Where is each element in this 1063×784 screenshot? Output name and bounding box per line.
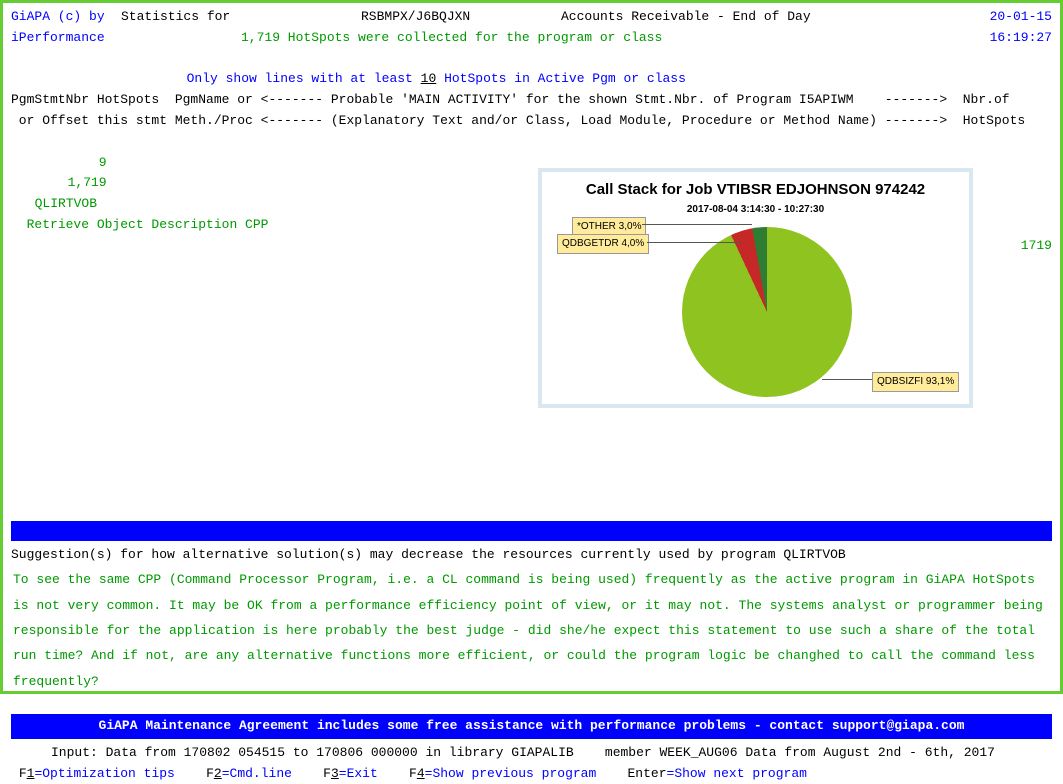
cell-hotspots: 1,719 (27, 173, 107, 194)
product-name: GiAPA (c) by (11, 7, 121, 28)
program-desc: Accounts Receivable - End of Day (561, 7, 990, 28)
input-line: Input: Data from 170802 054515 to 170806… (11, 743, 1052, 764)
brand-name: iPerformance (11, 28, 241, 49)
cell-pgm: QLIRTVOB (27, 194, 117, 215)
f3-desc: =Exit (339, 766, 378, 781)
filter-value-input[interactable]: 10 (421, 71, 437, 86)
chart-panel: Call Stack for Job VTIBSR EDJOHNSON 9742… (538, 168, 973, 408)
program-id: RSBMPX/J6BQJXN (361, 7, 561, 28)
suggestion-body: To see the same CPP (Command Processor P… (11, 565, 1052, 696)
spacer-2 (11, 696, 1052, 714)
report-time: 16:19:27 (990, 28, 1052, 49)
label-line-qdbgetdr (647, 242, 742, 243)
label-line-qdbsizfi (822, 379, 872, 380)
header-line-1: GiAPA (c) by Statistics for RSBMPX/J6BQJ… (11, 7, 1052, 28)
stat-label: Statistics for (121, 7, 361, 28)
enter-key[interactable]: Enter (628, 766, 667, 781)
chart-title: Call Stack for Job VTIBSR EDJOHNSON 9742… (546, 178, 965, 202)
pie-chart (682, 227, 852, 397)
pie-label-qdbgetdr: QDBGETDR 4,0% (557, 234, 649, 254)
filter-prefix: Only show lines with at least (187, 71, 421, 86)
filter-suffix: HotSpots in Active Pgm or class (436, 71, 686, 86)
divider-bar-1 (11, 521, 1052, 541)
column-header-1: PgmStmtNbr HotSpots PgmName or <------- … (11, 90, 1052, 111)
f1-desc: =Optimization tips (34, 766, 174, 781)
column-header-2: or Offset this stmt Meth./Proc <------- … (11, 111, 1052, 132)
f4-desc: =Show previous program (425, 766, 597, 781)
suggestion-header: Suggestion(s) for how alternative soluti… (11, 545, 1052, 566)
chart-subtitle: 2017-08-04 3:14:30 - 10:27:30 (546, 202, 965, 218)
hotspots-summary: 1,719 HotSpots were collected for the pr… (241, 28, 990, 49)
function-keys: F1=Optimization tips F2=Cmd.line F3=Exit… (11, 764, 1052, 784)
f1-key[interactable]: F1 (19, 766, 35, 781)
cell-nbr: 1719 (972, 236, 1052, 257)
header-line-2: iPerformance 1,719 HotSpots were collect… (11, 28, 1052, 49)
pie-label-qdbsizfi: QDBSIZFI 93,1% (872, 372, 959, 392)
enter-desc: =Show next program (667, 766, 807, 781)
f2-key[interactable]: F2 (206, 766, 222, 781)
f2-desc: =Cmd.line (222, 766, 292, 781)
filter-line: Only show lines with at least 10 HotSpot… (11, 49, 1052, 91)
report-date: 20-01-15 (990, 7, 1052, 28)
cell-desc: Retrieve Object Description CPP (27, 215, 627, 236)
maintenance-bar: GiAPA Maintenance Agreement includes som… (11, 714, 1052, 739)
f3-key[interactable]: F3 (323, 766, 339, 781)
f4-key[interactable]: F4 (409, 766, 425, 781)
cell-stmt: 9 (27, 153, 107, 174)
label-line-other (642, 224, 752, 225)
